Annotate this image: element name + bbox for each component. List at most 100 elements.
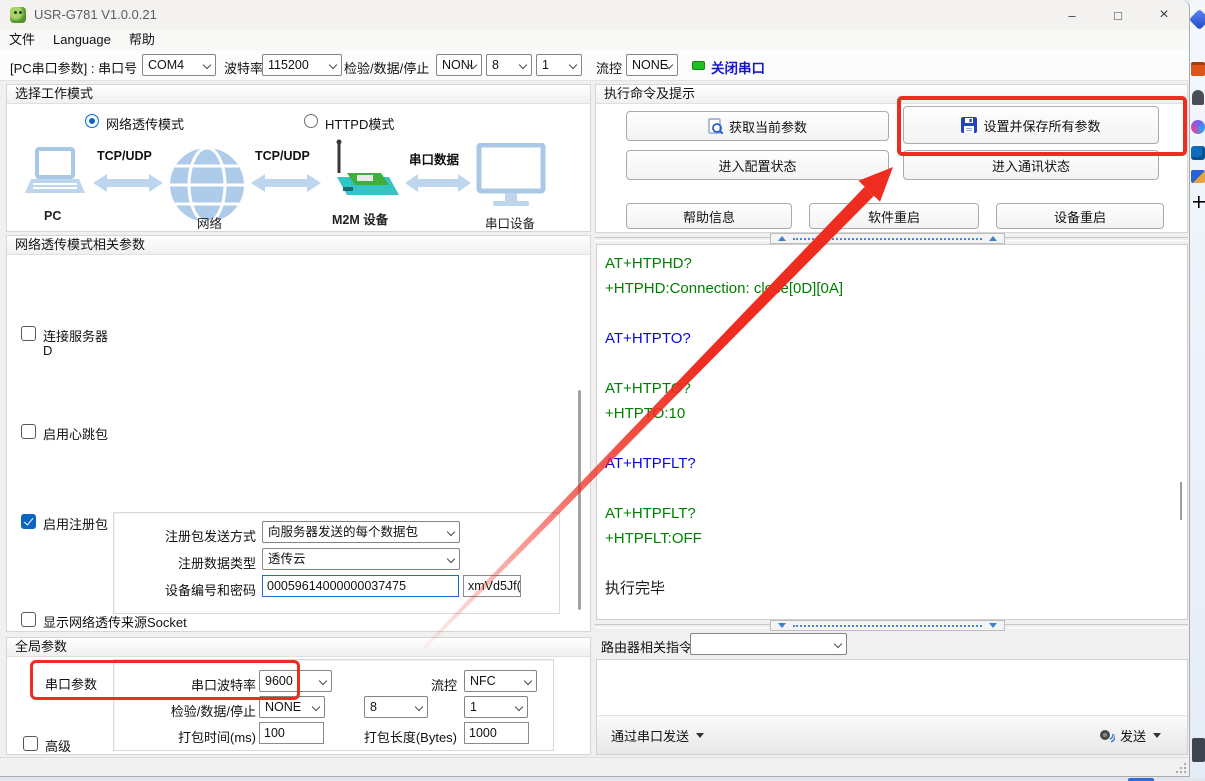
databits-select[interactable]: 8 xyxy=(486,54,532,76)
log-line: AT+HTPFLT? xyxy=(605,501,1179,526)
maximize-button[interactable]: □ xyxy=(1095,0,1141,30)
stopbits-select[interactable]: 1 xyxy=(536,54,582,76)
log-line: +HTPHD:Connection: close[0D][0A] xyxy=(605,276,1179,301)
serial-stopbits-select[interactable]: 1 xyxy=(464,696,528,718)
splitter-bottom-handle[interactable] xyxy=(770,620,1005,631)
desktop-strip xyxy=(1190,0,1205,781)
device-password-input[interactable]: xmVd5Jf( xyxy=(463,575,521,597)
window-title: USR-G781 V1.0.0.21 xyxy=(34,0,157,30)
chevron-down-icon xyxy=(415,703,423,711)
com-port-select[interactable]: COM4 xyxy=(142,54,216,76)
work-mode-title: 选择工作模式 xyxy=(7,85,590,104)
send-button[interactable]: 发送 xyxy=(1120,726,1146,745)
reg-send-mode-select[interactable]: 向服务器发送的每个数据包 xyxy=(262,521,460,543)
splitter-top-handle[interactable] xyxy=(770,233,1005,244)
desktop-icon-dark[interactable] xyxy=(1192,738,1205,762)
device-id-label: 设备编号和密码 xyxy=(116,580,256,599)
heartbeat-checkbox[interactable] xyxy=(21,424,36,439)
chevron-down-icon xyxy=(312,703,320,711)
net-params-title: 网络透传模式相关参数 xyxy=(7,236,590,255)
menu-file[interactable]: 文件 xyxy=(0,30,44,50)
log-line xyxy=(605,551,1179,576)
link-tcp-udp-2: TCP/UDP xyxy=(255,149,310,163)
serial-parity-select[interactable]: NONE xyxy=(259,696,325,718)
show-socket-label[interactable]: 显示网络透传来源Socket xyxy=(43,612,187,631)
flow-select[interactable]: NONE xyxy=(626,54,678,76)
pack-time-input[interactable]: 100 xyxy=(259,722,324,744)
device-id-input[interactable]: 00059614000000037475 xyxy=(262,575,459,597)
router-cmd-select[interactable] xyxy=(690,633,847,655)
collapse-up-icon xyxy=(989,236,997,241)
baud-label: 波特率 xyxy=(224,58,263,77)
send-input-area[interactable] xyxy=(597,660,1187,718)
log-line: AT+HTPTO? xyxy=(605,326,1179,351)
advanced-label[interactable]: 高级 xyxy=(45,736,71,755)
left-panel-scrollbar[interactable] xyxy=(578,390,581,610)
menu-bar: 文件 Language 帮助 xyxy=(0,30,1189,50)
reg-data-type-select[interactable]: 透传云 xyxy=(262,548,460,570)
pack-time-label: 打包时间(ms) xyxy=(116,727,256,746)
radio-httpd-mode[interactable] xyxy=(304,114,318,128)
global-params-group: 全局参数 串口参数 串口波特率 9600 流控 NFC 检验/数据/停止 NON… xyxy=(6,637,591,755)
serial-databits-select[interactable]: 8 xyxy=(364,696,428,718)
show-socket-checkbox[interactable] xyxy=(21,612,36,627)
heartbeat-label[interactable]: 启用心跳包 xyxy=(43,424,108,443)
command-group: 执行命令及提示 获取当前参数 设置并保存所有参数 xyxy=(595,84,1188,233)
desktop-icon-diamond[interactable] xyxy=(1190,9,1205,30)
register-packet-label[interactable]: 启用注册包 xyxy=(43,514,108,533)
register-packet-checkbox[interactable] xyxy=(21,514,36,529)
taskbar-sliver xyxy=(0,777,1205,781)
close-button[interactable]: × xyxy=(1141,0,1187,30)
software-restart-button[interactable]: 软件重启 xyxy=(809,203,979,229)
reg-data-type-label: 注册数据类型 xyxy=(116,553,256,572)
link-serial-data: 串口数据 xyxy=(409,149,459,168)
chevron-down-icon xyxy=(203,61,211,69)
close-serial-link[interactable]: 关闭串口 xyxy=(711,57,765,77)
log-line: 执行完毕 xyxy=(605,576,1179,601)
pack-len-input[interactable]: 1000 xyxy=(464,722,529,744)
set-save-params-button[interactable]: 设置并保存所有参数 xyxy=(903,106,1159,144)
menu-help[interactable]: 帮助 xyxy=(120,30,164,50)
device-restart-button[interactable]: 设备重启 xyxy=(996,203,1164,229)
pack-len-label: 打包长度(Bytes) xyxy=(334,727,457,746)
radio-net-transparent-mode[interactable] xyxy=(85,114,99,128)
log-area[interactable]: AT+HTPHD?+HTPHD:Connection: close[0D][0A… xyxy=(596,244,1188,620)
chevron-down-icon xyxy=(834,640,842,648)
radio-net-transparent-label[interactable]: 网络透传模式 xyxy=(106,114,184,133)
help-info-button[interactable]: 帮助信息 xyxy=(626,203,792,229)
node-net-label: 网络 xyxy=(197,213,222,232)
log-scrollbar[interactable] xyxy=(1180,482,1182,520)
baud-select[interactable]: 115200 xyxy=(262,54,342,76)
desktop-icon-figure[interactable] xyxy=(1192,90,1204,105)
send-toolbar: 通过串口发送 发送 xyxy=(597,715,1187,754)
get-params-button[interactable]: 获取当前参数 xyxy=(626,111,889,141)
serial-flow-label: 流控 xyxy=(334,675,457,694)
log-line: AT+HTPHD? xyxy=(605,251,1179,276)
connect-server-label[interactable]: 连接服务器 xyxy=(43,326,108,345)
serial-flow-select[interactable]: NFC xyxy=(464,670,537,692)
splitter-top xyxy=(595,233,1188,244)
serial-baud-select[interactable]: 9600 xyxy=(259,670,332,692)
desktop-icon-app[interactable] xyxy=(1191,170,1205,183)
advanced-checkbox[interactable] xyxy=(23,736,38,751)
chevron-down-icon xyxy=(569,61,577,69)
serial-params-panel: 串口波特率 9600 流控 NFC 检验/数据/停止 NONE 8 1 打包时间… xyxy=(113,659,554,751)
desktop-icon-toolbox[interactable] xyxy=(1191,62,1205,76)
send-via-serial-dropdown[interactable]: 通过串口发送 xyxy=(611,726,689,745)
desktop-icon-outlook[interactable] xyxy=(1191,146,1205,160)
resize-grip[interactable] xyxy=(1175,762,1187,774)
enter-config-button[interactable]: 进入配置状态 xyxy=(626,150,889,180)
connect-server-checkbox[interactable] xyxy=(21,326,36,341)
radio-httpd-label[interactable]: HTTPD模式 xyxy=(325,114,394,133)
router-cmd-label: 路由器相关指令 xyxy=(601,637,692,656)
collapse-up-icon xyxy=(778,236,786,241)
menu-language[interactable]: Language xyxy=(44,30,120,50)
minimize-button[interactable]: – xyxy=(1049,0,1095,30)
dropdown-arrow-icon xyxy=(696,733,704,738)
log-line xyxy=(605,301,1179,326)
pc-serial-label: [PC串口参数] : 串口号 xyxy=(10,58,137,77)
enter-comm-button[interactable]: 进入通讯状态 xyxy=(903,150,1159,180)
parity-select[interactable]: NONI xyxy=(436,54,482,76)
chevron-down-icon xyxy=(329,61,337,69)
desktop-icon-copilot[interactable] xyxy=(1191,120,1205,134)
